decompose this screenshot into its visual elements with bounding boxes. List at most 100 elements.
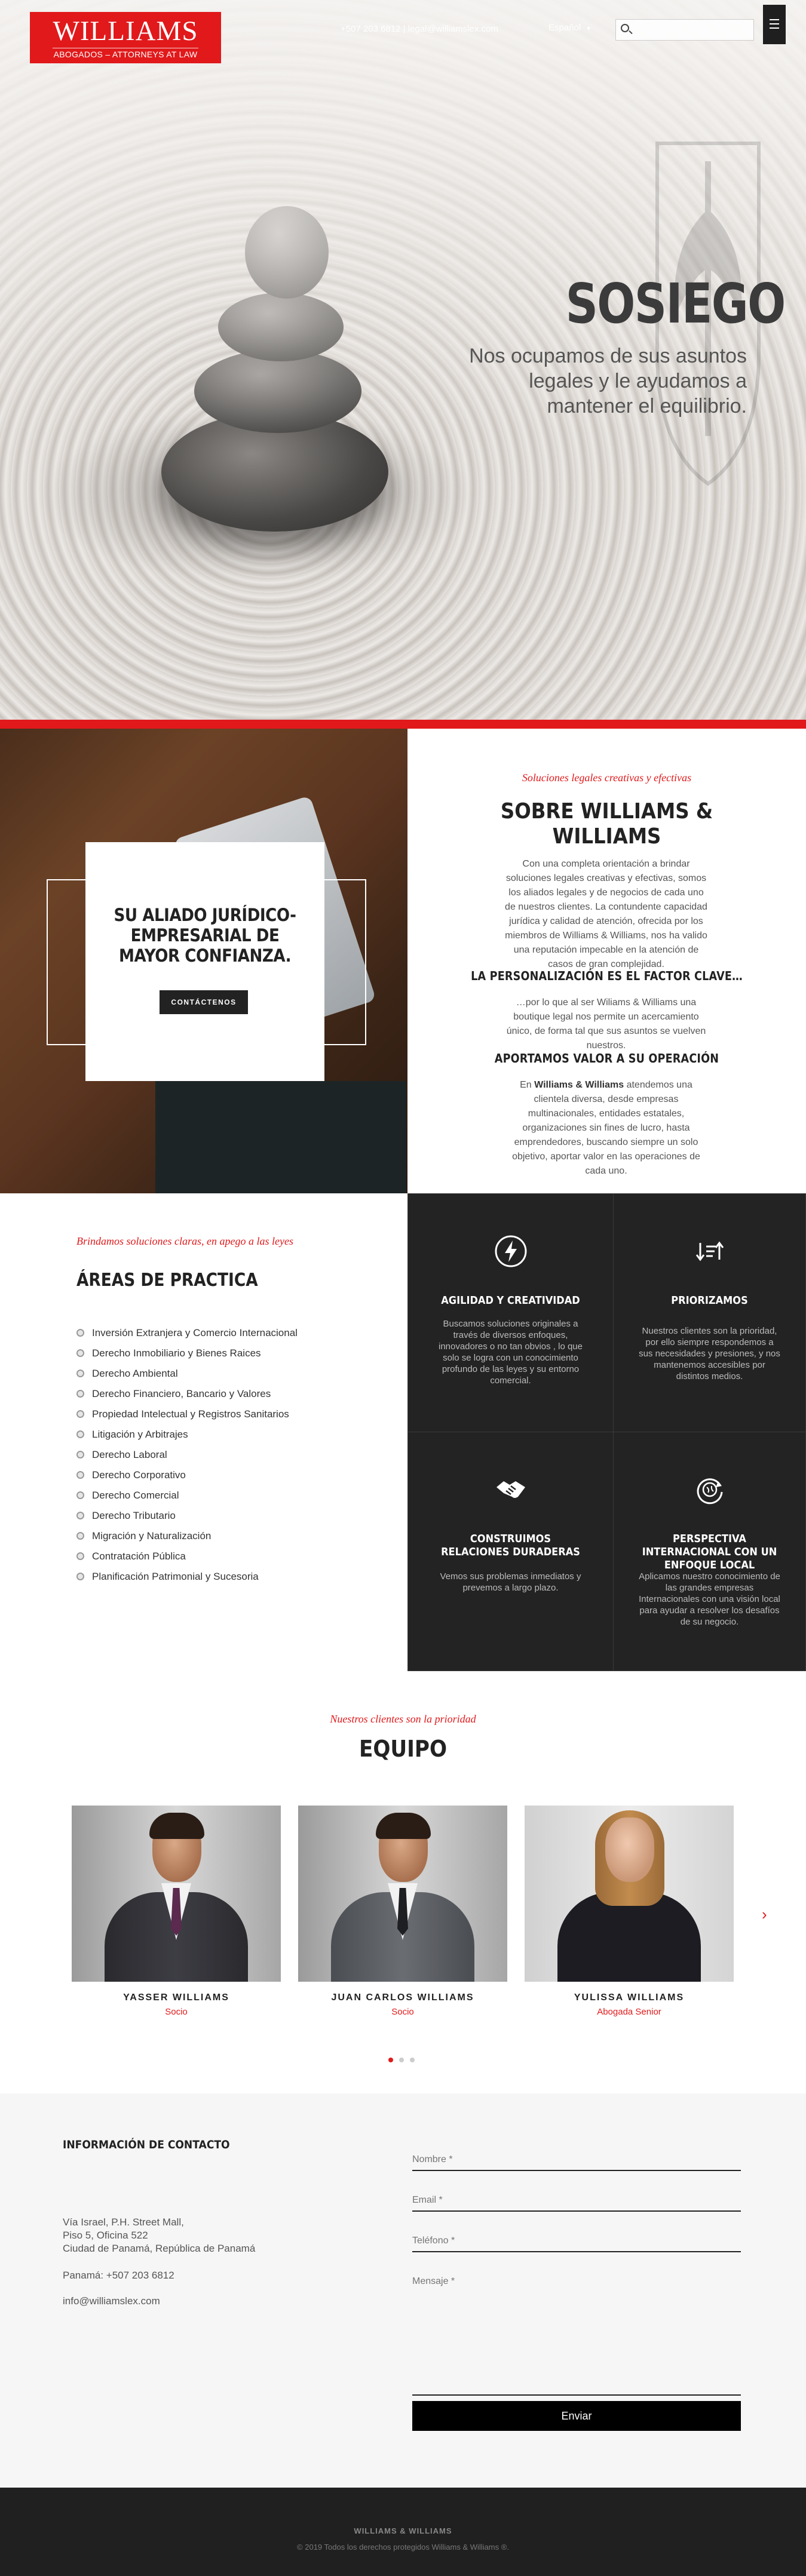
contact-email[interactable]: info@williamslex.com bbox=[63, 2295, 160, 2307]
feature-card: CONSTRUIMOS RELACIONES DURADERAS Vemos s… bbox=[407, 1432, 614, 1671]
team-member-card[interactable]: YULISSA WILLIAMS Abogada Senior bbox=[525, 1806, 734, 2017]
bullet-icon bbox=[76, 1430, 84, 1438]
submit-button[interactable]: Enviar bbox=[412, 2401, 741, 2431]
language-selector[interactable]: Español ▼ bbox=[548, 23, 602, 33]
feature-title: AGILIDAD Y CREATIVIDAD bbox=[441, 1294, 580, 1307]
team-member-name: YULISSA WILLIAMS bbox=[574, 1992, 685, 2003]
team-member-name: JUAN CARLOS WILLIAMS bbox=[331, 1992, 474, 2003]
header-contact[interactable]: +507 203 6812 | legal@williamslex.com bbox=[341, 24, 498, 34]
practice-list: Inversión Extranjera y Comercio Internac… bbox=[76, 1326, 298, 1590]
address-line: Piso 5, Oficina 522 bbox=[63, 2230, 148, 2241]
about-subheading: APORTAMOS VALOR A SU OPERACIÓN bbox=[494, 1051, 719, 1066]
team-kicker: Nuestros clientes son la prioridad bbox=[330, 1713, 476, 1725]
list-item: Derecho Tributario bbox=[76, 1509, 298, 1529]
team-title: EQUIPO bbox=[358, 1736, 448, 1762]
search-input[interactable] bbox=[634, 23, 750, 33]
hair bbox=[376, 1813, 431, 1839]
carousel-dots bbox=[388, 2055, 421, 2065]
address-line: Vía Israel, P.H. Street Mall, bbox=[63, 2216, 184, 2228]
about-title: SOBRE WILLIAMS & WILLIAMS bbox=[500, 799, 713, 849]
language-label: Español bbox=[548, 23, 581, 33]
feature-text: Buscamos soluciones originales a través … bbox=[438, 1319, 583, 1386]
logo[interactable]: WILLIAMS ABOGADOS – ATTORNEYS AT LAW bbox=[30, 12, 221, 63]
practice-area-label: Planificación Patrimonial y Sucesoria bbox=[92, 1571, 259, 1582]
team-member-card[interactable]: YASSER WILLIAMS Socio bbox=[72, 1806, 281, 2017]
contact-address: Vía Israel, P.H. Street Mall, Piso 5, Of… bbox=[63, 2216, 255, 2255]
list-item: Planificación Patrimonial y Sucesoria bbox=[76, 1570, 298, 1590]
hero-subtitle: Nos ocupamos de sus asuntos legales y le… bbox=[469, 345, 747, 417]
carousel-next-icon[interactable]: › bbox=[762, 1905, 767, 1924]
bullet-icon bbox=[76, 1370, 84, 1377]
practice-area-label: Derecho Tributario bbox=[92, 1510, 176, 1521]
list-item: Derecho Inmobiliario y Bienes Raices bbox=[76, 1346, 298, 1367]
practice-kicker: Brindamos soluciones claras, en apego a … bbox=[76, 1235, 293, 1247]
about-paragraph-firm: Williams & Williams bbox=[534, 1080, 624, 1090]
address-line: Ciudad de Panamá, República de Panamá bbox=[63, 2243, 256, 2254]
practice-area-label: Derecho Inmobiliario y Bienes Raices bbox=[92, 1347, 261, 1359]
search-box[interactable] bbox=[615, 19, 754, 41]
priority-arrows-icon bbox=[695, 1241, 724, 1261]
list-item: Contratación Pública bbox=[76, 1549, 298, 1570]
bullet-icon bbox=[76, 1410, 84, 1418]
contact-title: INFORMACIÓN DE CONTACTO bbox=[63, 2138, 230, 2151]
globe-refresh-icon bbox=[697, 1478, 722, 1505]
feature-text: Aplicamos nuestro conocimiento de las gr… bbox=[639, 1571, 780, 1627]
about-subheading: LA PERSONALIZACIÓN ES EL FACTOR CLAVE… bbox=[471, 969, 743, 983]
logo-tagline: ABOGADOS – ATTORNEYS AT LAW bbox=[53, 48, 198, 59]
about-section: Soluciones legales creativas y efectivas… bbox=[407, 729, 806, 1193]
carousel-dot[interactable] bbox=[399, 2058, 404, 2062]
practice-area-label: Derecho Laboral bbox=[92, 1449, 167, 1460]
team-member-name: YASSER WILLIAMS bbox=[123, 1992, 229, 2003]
list-item: Derecho Financiero, Bancario y Valores bbox=[76, 1387, 298, 1407]
list-item: Litigación y Arbitrajes bbox=[76, 1427, 298, 1448]
contact-us-button[interactable]: CONTÁCTENOS bbox=[160, 990, 248, 1014]
feature-title: PERSPECTIVA INTERNACIONAL CON UN ENFOQUE… bbox=[642, 1533, 777, 1571]
feature-title: CONSTRUIMOS RELACIONES DURADERAS bbox=[441, 1533, 580, 1558]
practice-area-label: Derecho Financiero, Bancario y Valores bbox=[92, 1388, 271, 1399]
list-item: Derecho Ambiental bbox=[76, 1367, 298, 1387]
about-paragraph: …por lo que al ser Wiliams & Williams un… bbox=[506, 997, 706, 1051]
message-input[interactable] bbox=[412, 2276, 741, 2378]
about-paragraph: En Williams & Williams atendemos una cli… bbox=[503, 1078, 709, 1178]
bullet-icon bbox=[76, 1451, 84, 1459]
list-item: Migración y Naturalización bbox=[76, 1529, 298, 1549]
bullet-icon bbox=[76, 1532, 84, 1540]
bullet-icon bbox=[76, 1329, 84, 1337]
name-input[interactable] bbox=[412, 2154, 741, 2165]
carousel-dot[interactable] bbox=[410, 2058, 415, 2062]
practice-area-label: Litigación y Arbitrajes bbox=[92, 1429, 188, 1440]
list-item: Derecho Corporativo bbox=[76, 1468, 298, 1488]
contact-phone[interactable]: Panamá: +507 203 6812 bbox=[63, 2270, 174, 2282]
about-paragraph-rest: atendemos una clientela diversa, desde e… bbox=[512, 1080, 700, 1176]
practice-area-label: Derecho Ambiental bbox=[92, 1368, 178, 1379]
feature-text: Vemos sus problemas inmediatos y prevemo… bbox=[440, 1571, 581, 1593]
carousel-dot[interactable] bbox=[388, 2058, 393, 2062]
handshake-icon bbox=[496, 1481, 525, 1498]
hair bbox=[149, 1813, 204, 1839]
message-field[interactable] bbox=[412, 2269, 741, 2396]
name-field[interactable] bbox=[412, 2147, 741, 2171]
email-input[interactable] bbox=[412, 2195, 741, 2206]
team-member-photo bbox=[72, 1806, 281, 1982]
practice-area-label: Derecho Corporativo bbox=[92, 1469, 186, 1481]
practice-area-label: Derecho Comercial bbox=[92, 1490, 179, 1501]
list-item: Inversión Extranjera y Comercio Internac… bbox=[76, 1326, 298, 1346]
bullet-icon bbox=[76, 1471, 84, 1479]
about-card-title: SU ALIADO JURÍDICO-EMPRESARIAL DE MAYOR … bbox=[114, 905, 296, 966]
list-item: Derecho Laboral bbox=[76, 1448, 298, 1468]
hero-section: SOSIEGO Nos ocupamos de sus asuntos lega… bbox=[0, 0, 806, 720]
bullet-icon bbox=[76, 1512, 84, 1519]
phone-input[interactable] bbox=[412, 2236, 741, 2246]
list-item: Derecho Comercial bbox=[76, 1488, 298, 1509]
accent-divider bbox=[0, 720, 806, 729]
about-paragraph-prefix: En bbox=[520, 1080, 535, 1090]
practice-area-label: Contratación Pública bbox=[92, 1550, 186, 1562]
team-member-card[interactable]: JUAN CARLOS WILLIAMS Socio bbox=[298, 1806, 507, 2017]
email-field[interactable] bbox=[412, 2188, 741, 2212]
feature-title: PRIORIZAMOS bbox=[671, 1294, 748, 1307]
phone-field[interactable] bbox=[412, 2228, 741, 2252]
practice-area-label: Inversión Extranjera y Comercio Internac… bbox=[92, 1327, 298, 1338]
footer-copyright: © 2019 Todos los derechos protegidos Wil… bbox=[297, 2543, 509, 2552]
hamburger-menu-icon[interactable] bbox=[763, 5, 786, 44]
bullet-icon bbox=[76, 1349, 84, 1357]
